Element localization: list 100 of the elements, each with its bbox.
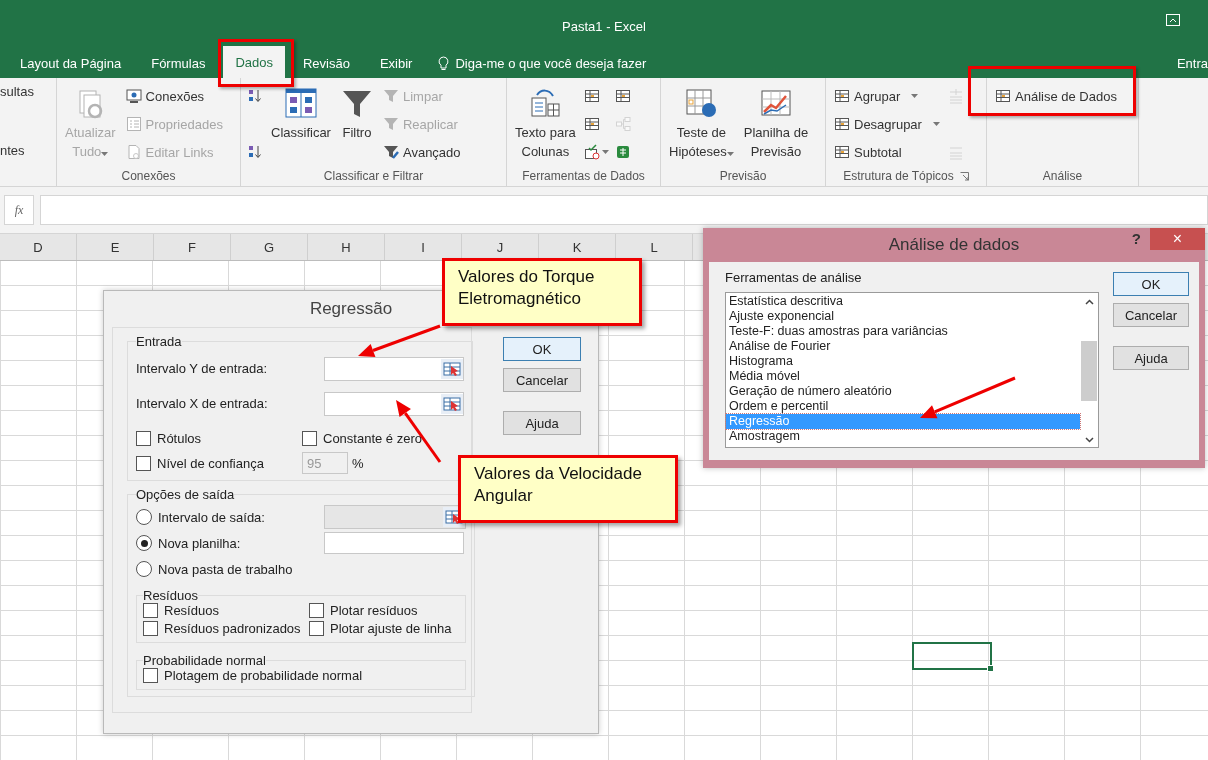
grid-icon: [685, 88, 718, 120]
dialog-button[interactable]: Ajuda: [503, 411, 581, 435]
checkbox[interactable]: [302, 431, 317, 446]
caret-icon: [726, 152, 734, 156]
monitor-icon: [125, 88, 142, 104]
table-icon: [583, 88, 600, 104]
radio-button[interactable]: [136, 561, 152, 577]
group-label: Estrutura de Tópicos: [843, 169, 954, 183]
list-item[interactable]: Histograma: [726, 354, 1080, 369]
chevron-up-icon[interactable]: [1084, 299, 1094, 305]
list-item[interactable]: Amostragem: [726, 429, 1080, 444]
list-item[interactable]: Ajuste exponencial: [726, 309, 1080, 324]
checkbox[interactable]: [309, 621, 324, 636]
list-item[interactable]: Teste-F: duas amostras para variâncias: [726, 324, 1080, 339]
range-select-icon[interactable]: [441, 358, 463, 379]
ribbon-tab[interactable]: Layout da Página: [8, 48, 134, 78]
caret-icon: [101, 152, 109, 156]
launcher-icon[interactable]: [959, 171, 969, 181]
group-label: Análise: [1042, 169, 1083, 183]
column-header[interactable]: G: [231, 234, 308, 260]
checkbox[interactable]: [136, 431, 151, 446]
ribbon-button[interactable]: Agrupar: [832, 84, 943, 108]
list-item[interactable]: Média móvel: [726, 369, 1080, 384]
dialog-button[interactable]: OK: [1113, 272, 1189, 296]
search-field[interactable]: Diga-me o que você deseja fazer: [455, 55, 716, 71]
chevron-down-icon[interactable]: [1084, 437, 1094, 443]
radio-label: Nova pasta de trabalho: [158, 561, 293, 577]
ribbon-button[interactable]: ntes: [0, 143, 56, 158]
ribbon-button[interactable]: Conexões: [123, 84, 225, 108]
range-select-icon[interactable]: [441, 393, 463, 414]
column-header[interactable]: F: [154, 234, 231, 260]
table-icon: [995, 88, 1011, 104]
ribbon-button[interactable]: Análise de Dados: [993, 84, 1119, 108]
funnel-icon: [340, 88, 373, 120]
radio-label: Intervalo de saída:: [158, 509, 265, 525]
insert-function-button[interactable]: fx: [4, 195, 34, 225]
selected-cell[interactable]: [912, 642, 992, 670]
check-table-icon: [583, 144, 600, 160]
checkbox-label: Nível de confiança: [157, 455, 264, 471]
ribbon-button[interactable]: Subtotal: [832, 140, 943, 164]
list-item[interactable]: Estatística descritiva: [726, 294, 1080, 309]
checkbox[interactable]: [136, 455, 151, 471]
dialog-button[interactable]: Cancelar: [503, 368, 581, 392]
field-label: Intervalo Y de entrada:: [136, 361, 269, 376]
cube-icon: [614, 144, 631, 160]
list-item[interactable]: Geração de número aleatório: [726, 384, 1080, 399]
range-field[interactable]: [324, 356, 464, 381]
ribbon-tab[interactable]: Dados: [223, 46, 285, 78]
group-label: Classificar e Filtrar: [323, 169, 424, 183]
field-label: Intervalo X de entrada:: [136, 396, 269, 411]
list-box[interactable]: Estatística descritiva Ajuste exponencial Teste-F: duas amostras para variâncias Análise de Fourier Histograma Média móvel Geração de número aleatório Ordem e percentil Regressão Amostragem: [725, 292, 1099, 448]
dialog-button[interactable]: Cancelar: [1113, 303, 1189, 327]
sort-arrow-icon: [247, 144, 263, 160]
caret-icon: [601, 150, 609, 154]
checkbox[interactable]: [309, 603, 324, 618]
ribbon-tab[interactable]: Exibir: [367, 48, 425, 78]
text-field[interactable]: [324, 532, 464, 554]
radio-button[interactable]: [136, 509, 152, 525]
dialog-title: Regressão: [309, 299, 393, 319]
ribbon-button[interactable]: Planilha de Previsão: [741, 84, 811, 165]
dialog-button[interactable]: OK: [503, 337, 581, 361]
radio-button[interactable]: [136, 535, 152, 551]
ribbon-button[interactable]: Filtro: [338, 84, 375, 146]
text-columns-icon: [529, 88, 562, 120]
dialog-button[interactable]: Ajuda: [1113, 346, 1189, 370]
checkbox-label: Constante é zero: [323, 431, 422, 446]
funnel-icon: [382, 116, 399, 132]
window-icon[interactable]: [1166, 14, 1180, 26]
lightbulb-icon: [438, 55, 450, 71]
ribbon-button[interactable]: Classificar: [269, 84, 333, 146]
formula-field[interactable]: [40, 195, 1208, 225]
ribbon-tab[interactable]: Revisão: [290, 48, 362, 78]
table-icon: [834, 144, 850, 160]
close-button[interactable]: ×: [1150, 228, 1205, 250]
checkbox[interactable]: [143, 603, 158, 618]
ribbon-tab[interactable]: Fórmulas: [139, 48, 218, 78]
checkbox[interactable]: [143, 621, 158, 636]
ribbon-button[interactable]: Avançado: [380, 140, 463, 164]
caret-icon: [911, 94, 919, 98]
checkbox-label: Plotar resíduos: [330, 603, 418, 618]
column-header[interactable]: H: [308, 234, 385, 260]
ribbon-button[interactable]: Teste de Hipóteses: [667, 84, 736, 165]
account-link[interactable]: Entra: [1176, 48, 1208, 78]
help-button[interactable]: ?: [1131, 230, 1141, 247]
list-item[interactable]: Análise de Fourier: [726, 339, 1080, 354]
group-label: Resíduos: [143, 588, 198, 603]
ribbon-button[interactable]: Desagrupar: [832, 112, 943, 136]
callout-note: Valores da Velocidade Angular: [458, 455, 678, 523]
ribbon-button[interactable]: Texto para Colunas: [513, 84, 578, 165]
column-header[interactable]: D: [0, 234, 77, 260]
table-icon: [614, 88, 631, 104]
sort-grid-icon: [285, 88, 317, 120]
range-field[interactable]: [324, 391, 464, 416]
list-item[interactable]: Ordem e percentil: [726, 399, 1080, 414]
column-header[interactable]: E: [77, 234, 154, 260]
group-label: Ferramentas de Dados: [522, 169, 645, 183]
checkbox[interactable]: [143, 668, 158, 683]
group-label: Conexões: [121, 169, 176, 183]
ribbon-button[interactable]: sultas: [0, 84, 56, 99]
callout-note: Valores do Torque Eletromagnético: [442, 258, 642, 326]
